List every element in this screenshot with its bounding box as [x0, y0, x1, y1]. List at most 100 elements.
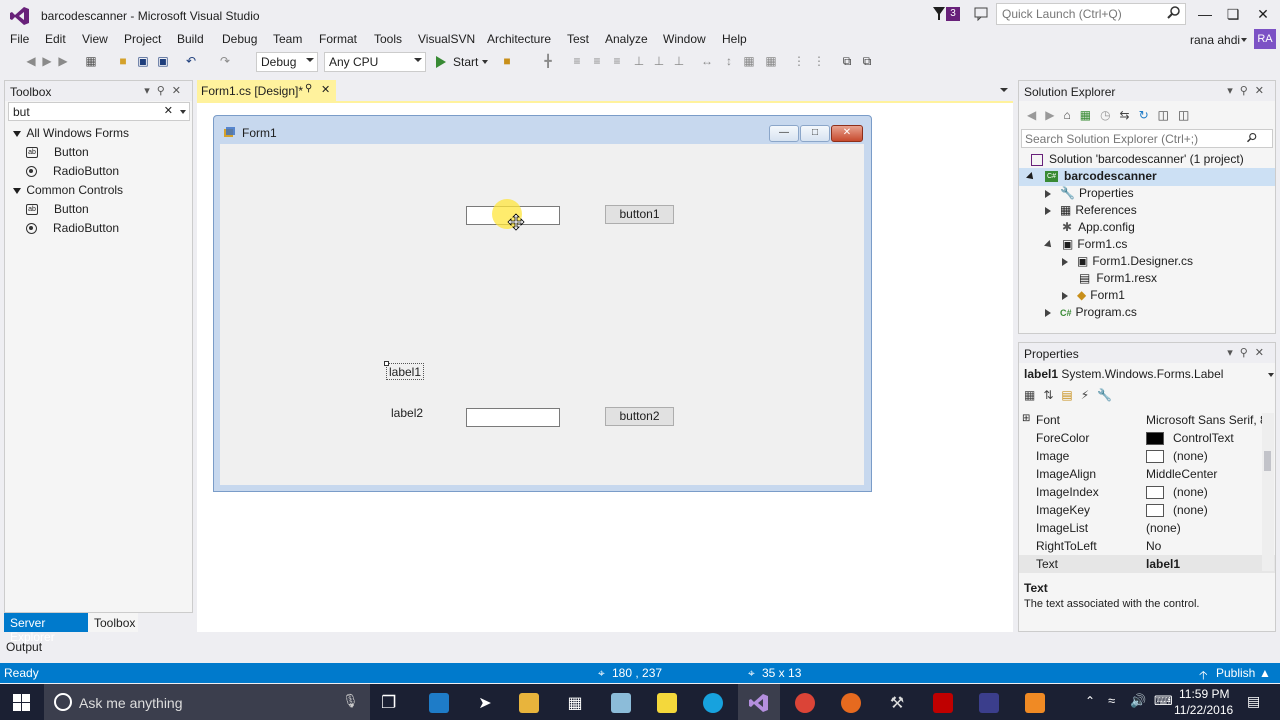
output-tab[interactable]: Output [0, 637, 1280, 659]
menu-debug[interactable]: Debug [222, 32, 257, 46]
selection-handle[interactable] [384, 361, 389, 366]
menu-help[interactable]: Help [722, 32, 747, 46]
prop-row-imagealign[interactable]: ImageAlign MiddleCenter [1019, 465, 1275, 483]
avatar[interactable]: RA [1254, 29, 1276, 49]
skype-icon[interactable] [703, 693, 723, 713]
prop-row-imagelist[interactable]: ImageList (none) [1019, 519, 1275, 537]
align-tops-icon[interactable]: ⊥ [632, 54, 646, 68]
collapse-icon[interactable] [1026, 171, 1036, 182]
tab-server-explorer[interactable]: Server Explorer [4, 613, 88, 644]
menu-test[interactable]: Test [567, 32, 589, 46]
form-label2[interactable]: label2 [391, 406, 423, 420]
collapse-icon[interactable] [1044, 239, 1054, 250]
visual-studio-installer-icon[interactable]: ➤ [475, 693, 495, 713]
configuration-select[interactable]: Debug [256, 52, 318, 72]
menu-build[interactable]: Build [177, 32, 204, 46]
make-same-height-icon[interactable]: ↕ [722, 54, 736, 68]
file-explorer-icon[interactable] [519, 693, 539, 713]
program-cs-node[interactable]: C# Program.cs [1045, 305, 1137, 322]
project-node[interactable]: C# barcodescanner [1026, 169, 1157, 186]
properties-icon[interactable]: ▤ [1061, 388, 1080, 402]
form-button2[interactable]: button2 [605, 407, 674, 426]
toolbox-group-all-windows-forms[interactable]: All Windows Forms [5, 124, 191, 143]
redo-icon[interactable]: ↷ [218, 54, 232, 68]
quick-launch-input[interactable]: Quick Launch (Ctrl+Q) [996, 3, 1186, 25]
platform-select[interactable]: Any CPU [324, 52, 426, 72]
prop-row-image[interactable]: Image (none) [1019, 447, 1275, 465]
align-rights-icon[interactable]: ≡ [610, 54, 624, 68]
tools-icon[interactable]: ⚒ [887, 693, 907, 713]
sticky-notes-icon[interactable] [657, 693, 677, 713]
size-to-grid-icon[interactable]: ▦ [742, 54, 756, 68]
align-middles-icon[interactable]: ⊥ [652, 54, 666, 68]
form1-class-node[interactable]: ◆ Form1 [1062, 288, 1125, 305]
user-dropdown-icon[interactable] [1241, 38, 1247, 42]
align-bottoms-icon[interactable]: ⊥ [672, 54, 686, 68]
action-center-icon[interactable]: ▤ [1247, 693, 1260, 710]
solution-node[interactable]: Solution 'barcodescanner' (1 project) [1031, 152, 1244, 169]
back-icon[interactable]: ◀ [24, 54, 38, 68]
expand-icon[interactable]: ⊞ [1022, 413, 1030, 424]
search-icon[interactable] [1166, 5, 1182, 21]
vertical-spacing-icon[interactable]: ⋮ [812, 54, 826, 68]
make-same-width-icon[interactable]: ↔ [700, 54, 714, 68]
form1-cs-node[interactable]: ▣ Form1.cs [1044, 237, 1127, 254]
edge-icon[interactable] [429, 693, 449, 713]
minimize-icon[interactable]: — [1195, 4, 1215, 24]
events-icon[interactable]: ⚡ [1081, 388, 1097, 402]
menu-format[interactable]: Format [319, 32, 357, 46]
prop-row-forecolor[interactable]: ForeColor ControlText [1019, 429, 1275, 447]
tab-form1-design[interactable]: Form1.cs [Design]* ⚲ ✕ [197, 80, 336, 101]
menu-analyze[interactable]: Analyze [605, 32, 648, 46]
tab-toolbox[interactable]: Toolbox [88, 613, 138, 632]
show-hidden-icons[interactable]: ⌃ [1085, 694, 1095, 708]
menu-view[interactable]: View [82, 32, 108, 46]
make-same-size-icon[interactable]: ▦ [764, 54, 778, 68]
toolbox-search-input[interactable]: but ✕ [8, 102, 190, 121]
windows-start-icon[interactable] [13, 694, 30, 711]
network-icon[interactable]: ≈ [1108, 693, 1115, 708]
visual-studio-taskbar-icon[interactable] [749, 693, 769, 713]
properties-node[interactable]: 🔧 Properties [1045, 186, 1134, 203]
app-icon[interactable] [611, 693, 631, 713]
align-grid-icon[interactable]: ╋ [541, 54, 555, 68]
publish-button[interactable]: Publish [1216, 666, 1255, 680]
expand-icon[interactable] [1062, 291, 1068, 300]
expand-icon[interactable] [1045, 308, 1051, 317]
panel-controls-icon[interactable]: ▾⚲✕ [1227, 346, 1271, 359]
cortana-search-box[interactable]: Ask me anything 🎙 [44, 684, 370, 720]
chrome-icon[interactable] [795, 693, 815, 713]
filezilla-icon[interactable] [933, 693, 953, 713]
close-icon[interactable]: ✕ [1253, 4, 1273, 24]
menu-architecture[interactable]: Architecture [487, 32, 551, 46]
toolbox-group-common-controls[interactable]: Common Controls [5, 181, 191, 200]
align-lefts-icon[interactable]: ≡ [570, 54, 584, 68]
menu-tools[interactable]: Tools [374, 32, 402, 46]
notifications-flag-icon[interactable]: 3 [932, 6, 962, 24]
open-folder-icon[interactable]: ■ [116, 54, 130, 68]
pin-icon[interactable]: ⚲ [305, 83, 312, 94]
restore-icon[interactable]: ❏ [1223, 4, 1243, 24]
toolbox-item-radiobutton[interactable]: RadioButton [5, 162, 191, 181]
menu-visualsvn[interactable]: VisualSVN [418, 32, 475, 46]
panel-controls-icon[interactable]: ▾⚲✕ [144, 84, 188, 97]
search-dropdown-icon[interactable] [180, 110, 186, 114]
collapse-icon[interactable] [13, 187, 21, 194]
task-view-icon[interactable]: ❐ [381, 693, 396, 713]
solution-explorer-toolbar[interactable]: ◀▶⌂▦◷⇆↻◫◫ [1027, 108, 1198, 122]
references-node[interactable]: ▦ References [1045, 203, 1137, 220]
form-button1[interactable]: button1 [605, 205, 674, 224]
feedback-icon[interactable] [974, 7, 988, 21]
menu-file[interactable]: File [10, 32, 29, 46]
prop-row-righttoleft[interactable]: RightToLeft No [1019, 537, 1275, 555]
screen-recorder-icon[interactable] [1025, 693, 1045, 713]
menu-edit[interactable]: Edit [45, 32, 66, 46]
form1-designer-node[interactable]: ▣ Form1.Designer.cs [1062, 254, 1193, 271]
clock-date[interactable]: 11/22/2016 [1174, 703, 1233, 717]
clear-search-icon[interactable]: ✕ [164, 104, 173, 117]
find-icon[interactable]: ■ [500, 54, 514, 68]
prop-row-font[interactable]: ⊞ Font Microsoft Sans Serif, 8. [1019, 411, 1275, 429]
save-all-icon[interactable]: ▣ [156, 54, 170, 68]
horizontal-spacing-icon[interactable]: ⋮ [792, 54, 806, 68]
firefox-icon[interactable] [841, 693, 861, 713]
